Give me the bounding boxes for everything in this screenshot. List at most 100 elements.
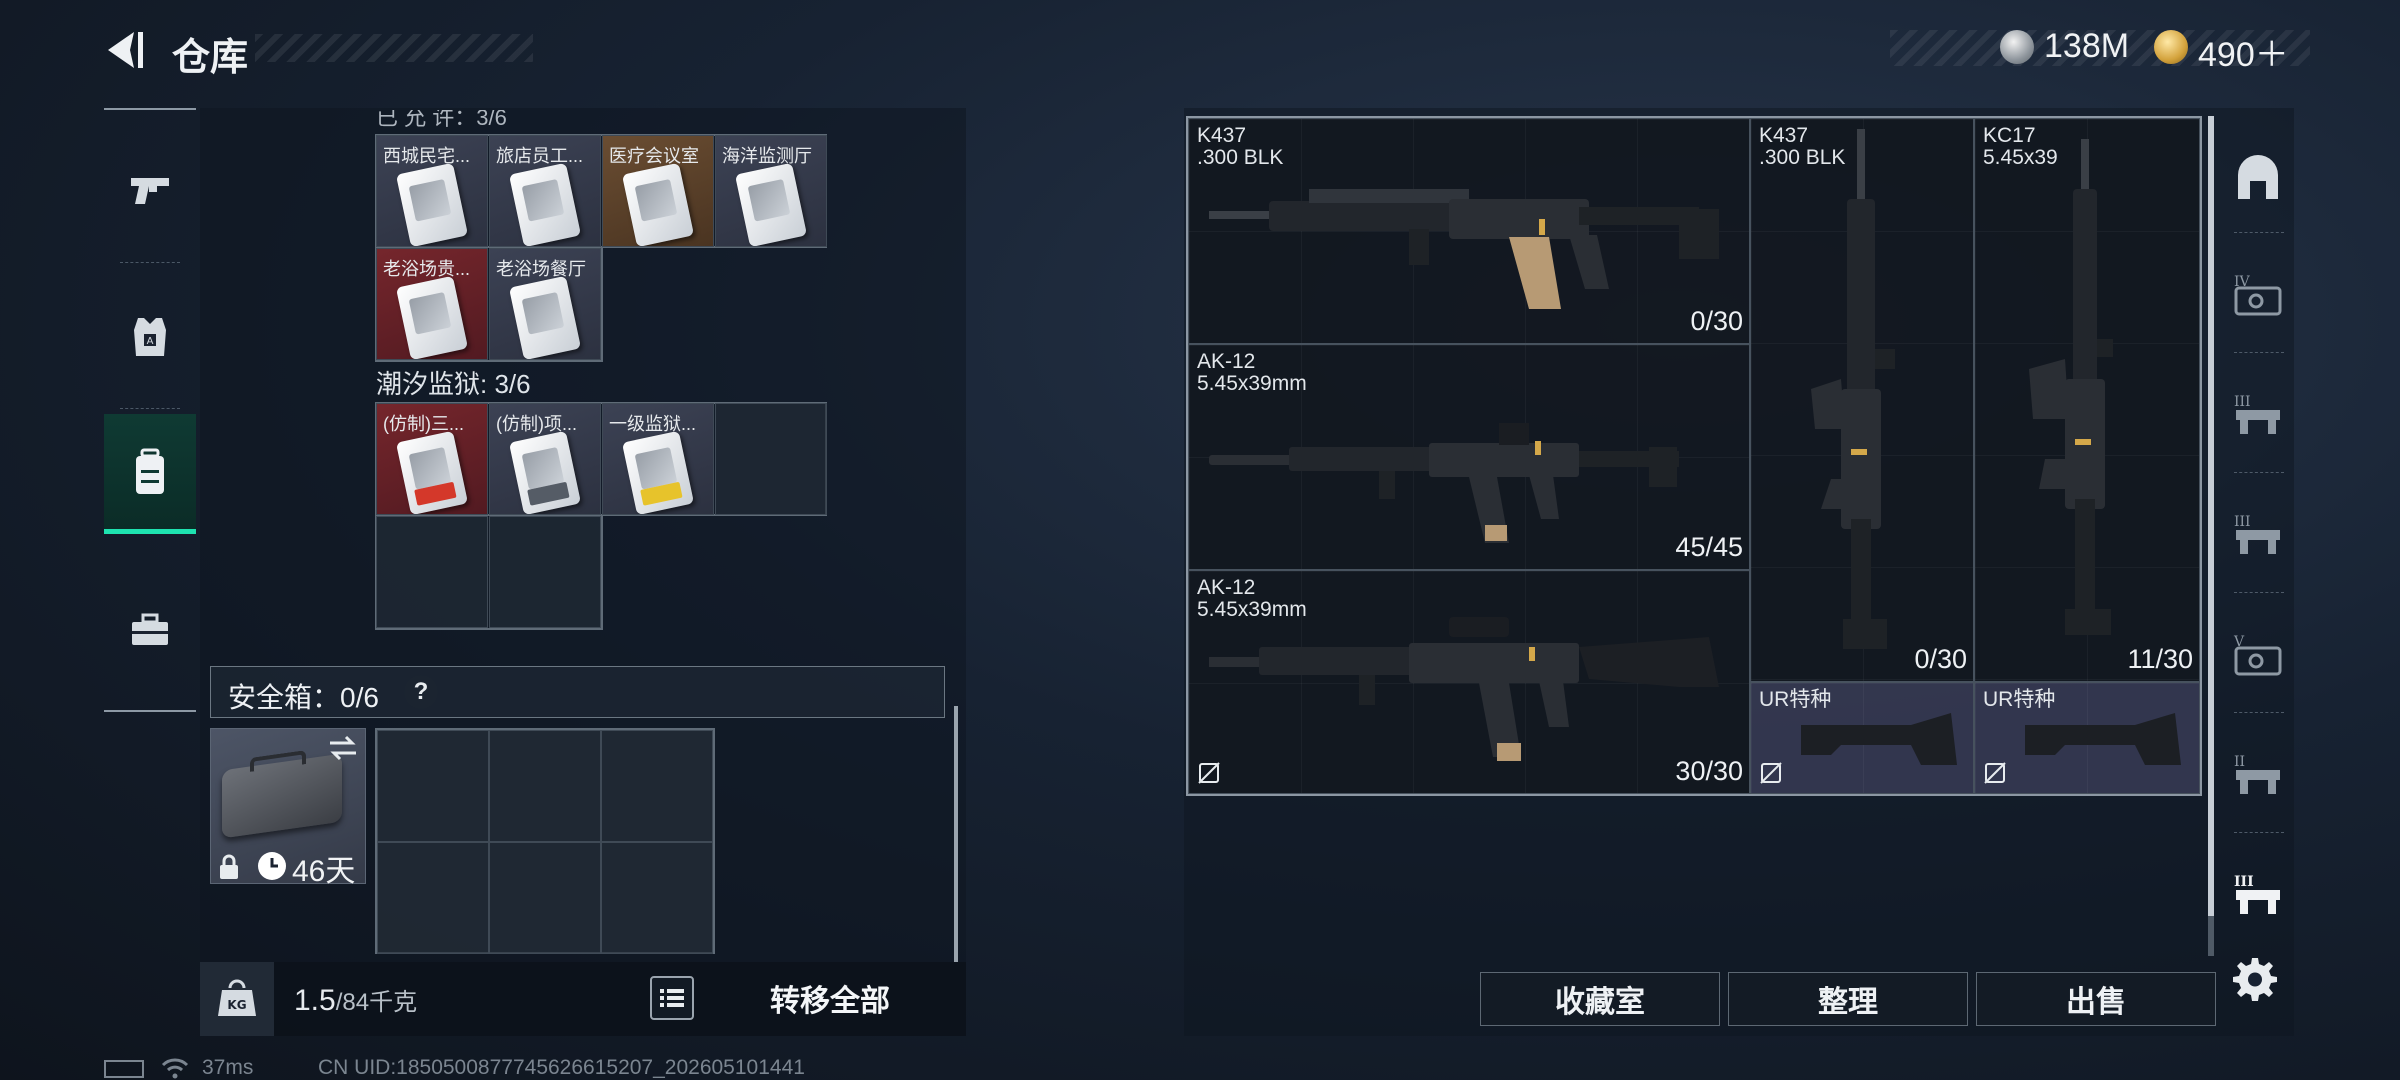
keycard-icon xyxy=(395,275,469,359)
tab-vault-iii[interactable]: III xyxy=(2222,360,2294,470)
ammo-count: 0/30 xyxy=(1914,644,1967,674)
inventory-scrollbar[interactable] xyxy=(954,706,958,962)
keycard-item[interactable]: (仿制)三... xyxy=(376,403,488,515)
vault-II-icon: II xyxy=(2234,754,2280,794)
tab-vault-iii-active[interactable]: III xyxy=(2222,840,2294,950)
item-name: 海洋监测厅 xyxy=(722,146,812,166)
briefcase-icon xyxy=(132,613,168,645)
tab-vault-ii[interactable]: II xyxy=(2222,720,2294,830)
weight-max: /84千克 xyxy=(335,989,418,1016)
empty-slot[interactable] xyxy=(715,403,827,515)
tab-briefcase[interactable] xyxy=(104,570,196,690)
empty-slot[interactable] xyxy=(489,730,601,842)
keycard-icon xyxy=(395,430,469,514)
tab-weapons[interactable] xyxy=(104,130,196,250)
empty-slot[interactable] xyxy=(601,730,713,842)
empty-slot[interactable] xyxy=(489,842,601,954)
insured-icon xyxy=(1984,762,2006,784)
safe-box-grid xyxy=(375,728,715,954)
empty-slot[interactable] xyxy=(601,842,713,954)
ammo-count: 45/45 xyxy=(1675,532,1743,562)
tab-equipment[interactable]: A xyxy=(104,276,196,396)
vault-III-icon: III xyxy=(2234,394,2280,434)
tab-vault-v[interactable]: V xyxy=(2222,600,2294,710)
tab-vault-iv[interactable]: IV xyxy=(2222,240,2294,350)
gold-coin-icon xyxy=(2154,30,2188,64)
list-view-button[interactable] xyxy=(650,976,694,1020)
empty-slot[interactable] xyxy=(376,516,488,628)
insured-icon xyxy=(1760,762,1782,784)
keycard-icon xyxy=(508,162,582,246)
pistol-icon xyxy=(131,178,169,204)
vault-III-icon: III xyxy=(2234,514,2280,554)
lock-icon xyxy=(220,854,238,879)
keycard-item[interactable]: 老浴场餐厅 xyxy=(489,248,601,360)
ping-readout: 37ms xyxy=(202,1056,254,1079)
sidebar-separator xyxy=(2234,832,2284,833)
empty-slot[interactable] xyxy=(377,842,489,954)
collection-room-button[interactable]: 收藏室 xyxy=(1480,972,1720,1026)
uid-readout: CN UID:1850500877745626615207_2026051014… xyxy=(318,1056,805,1079)
backpack-icon xyxy=(136,448,164,494)
vault-III-icon: III xyxy=(2234,874,2280,914)
svg-text:III: III xyxy=(2234,394,2251,410)
keycard-item[interactable]: (仿制)项... xyxy=(489,403,601,515)
keycard-item[interactable]: 一级监狱... xyxy=(602,403,714,515)
gear-icon[interactable] xyxy=(2232,956,2278,1002)
rifle-icon xyxy=(1209,423,1679,543)
weapon-slot-kc17[interactable]: KC17 5.45x39 11/30 xyxy=(1974,118,2200,682)
safe-box-label: 安全箱：0/6 xyxy=(228,682,379,713)
section-label-partial: 已 允 许：3/6 xyxy=(376,105,507,130)
safehouse-icon xyxy=(2238,155,2278,199)
swap-icon[interactable] xyxy=(326,735,360,761)
keycard-item[interactable]: 西城民宅... xyxy=(376,135,488,247)
weapon-slot-k437-vertical[interactable]: K437 .300 BLK 0/30 xyxy=(1750,118,1974,682)
item-name: 一级监狱... xyxy=(609,414,697,434)
stock-icon xyxy=(2025,713,2181,765)
sell-button[interactable]: 出售 xyxy=(1976,972,2216,1026)
tab-backpack[interactable] xyxy=(104,414,196,534)
empty-slot[interactable] xyxy=(489,516,601,628)
back-arrow-icon xyxy=(108,32,143,68)
clock-icon xyxy=(258,852,286,880)
help-button[interactable]: ? xyxy=(404,675,438,709)
weight-button[interactable]: KG xyxy=(200,962,274,1036)
safe-box-duration: 46天 xyxy=(292,855,356,888)
weapon-slot-ak12[interactable]: AK-12 5.45x39mm 45/45 xyxy=(1188,344,1750,570)
weapon-stock-slot[interactable]: UR特种 xyxy=(1750,682,1974,794)
keycard-icon xyxy=(734,162,808,246)
svg-text:A: A xyxy=(147,336,154,347)
weapon-slot-k437[interactable]: K437 .300 BLK 0/30 xyxy=(1188,118,1750,344)
rifle-icon xyxy=(1811,129,1895,649)
organize-button[interactable]: 整理 xyxy=(1728,972,1968,1026)
ammo-count: 11/30 xyxy=(2127,644,2193,674)
item-name: 老浴场贵... xyxy=(383,259,471,279)
gold-coin-amount[interactable]: 490＋ xyxy=(2198,27,2289,76)
page-title: 仓库 xyxy=(172,37,249,79)
back-button[interactable] xyxy=(100,26,148,74)
sidebar-separator xyxy=(120,262,180,263)
weapon-slot-ak12[interactable]: AK-12 5.45x39mm 30/30 xyxy=(1188,570,1750,794)
tab-vault-iii[interactable]: III xyxy=(2222,480,2294,590)
keycard-item[interactable]: 老浴场贵... xyxy=(376,248,488,360)
sidebar-separator xyxy=(120,408,180,409)
armor-vest-icon: A xyxy=(134,318,166,356)
weight-readout: 1.5/84千克 xyxy=(294,982,417,1018)
weapon-name: K437 xyxy=(1197,124,1247,147)
keycard-icon xyxy=(508,275,582,359)
keycard-item[interactable]: 海洋监测厅 xyxy=(715,135,827,247)
keycard-icon xyxy=(395,162,469,246)
sidebar-separator xyxy=(2234,592,2284,593)
keycard-item[interactable]: 旅店员工... xyxy=(489,135,601,247)
keycard-icon xyxy=(508,430,582,514)
silver-coin-icon xyxy=(2000,30,2034,64)
keycard-item[interactable]: 医疗会议室 xyxy=(602,135,714,247)
empty-slot[interactable] xyxy=(377,730,489,842)
weight-current: 1.5 xyxy=(294,984,336,1017)
transfer-all-button[interactable]: 转移全部 xyxy=(700,966,960,1030)
weapon-stock-slot[interactable]: UR特种 xyxy=(1974,682,2200,794)
tab-safehouse[interactable] xyxy=(2222,124,2294,234)
stash-scrollbar[interactable] xyxy=(2208,116,2214,916)
sidebar-bottom-line xyxy=(104,710,196,712)
vault-IV-icon: IV xyxy=(2234,274,2282,316)
